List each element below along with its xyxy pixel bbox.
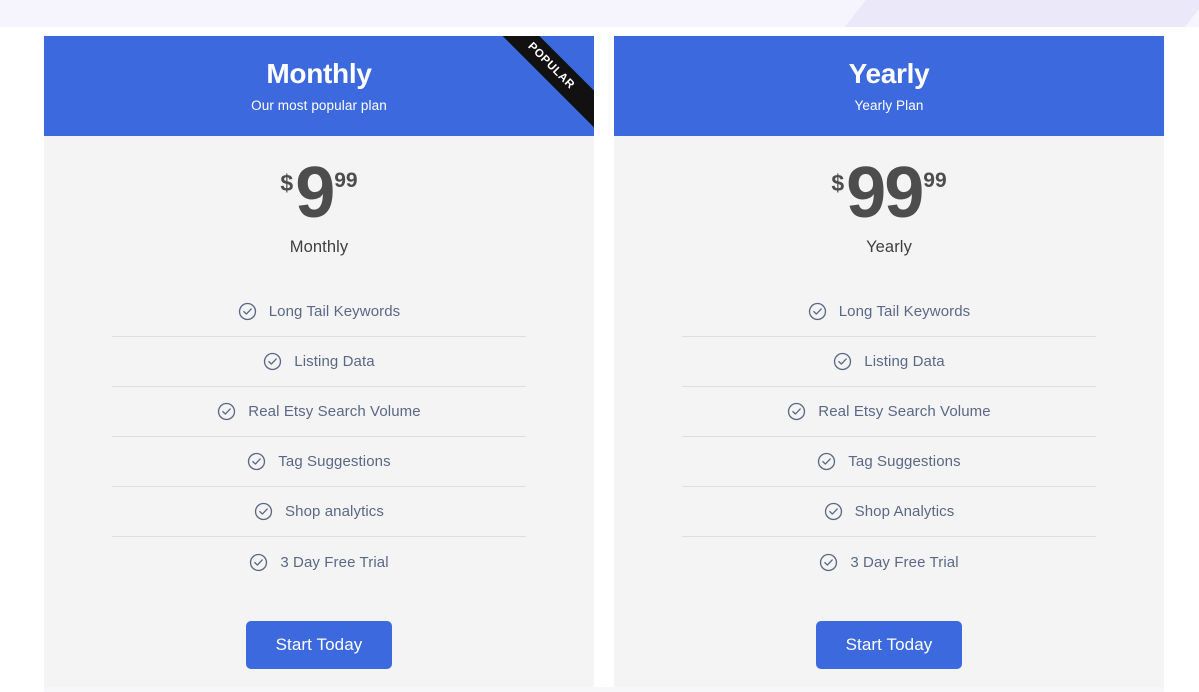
- feature-label: Listing Data: [294, 353, 375, 371]
- feature-label: Long Tail Keywords: [838, 303, 971, 321]
- feature-row: Long Tail Keywords: [682, 287, 1096, 338]
- card-header-monthly: Monthly Our most popular plan POPULAR: [44, 36, 594, 136]
- check-circle-icon: [263, 352, 282, 371]
- feature-list-yearly: Long Tail Keywords Listing Data Real Ets…: [614, 287, 1164, 587]
- pricing-card-monthly: Monthly Our most popular plan POPULAR $ …: [44, 36, 594, 692]
- feature-row: Real Etsy Search Volume: [682, 387, 1096, 438]
- price-amount: 99: [846, 153, 924, 233]
- price-period-label: Monthly: [289, 238, 349, 257]
- plan-title: Monthly: [266, 58, 372, 90]
- price-line: $ 9 99: [44, 153, 594, 233]
- check-circle-icon: [254, 502, 273, 521]
- check-circle-icon: [808, 302, 827, 321]
- feature-label: 3 Day Free Trial: [850, 553, 959, 571]
- price-amount: 9: [295, 153, 335, 233]
- feature-row: Tag Suggestions: [682, 437, 1096, 488]
- feature-row: Real Etsy Search Volume: [112, 387, 526, 438]
- price-currency-symbol: $: [831, 170, 845, 196]
- top-band-diagonal-shape: [840, 0, 1199, 27]
- price-period-label: Yearly: [866, 238, 912, 257]
- plan-subtitle: Our most popular plan: [251, 97, 387, 113]
- feature-row: Long Tail Keywords: [112, 287, 526, 338]
- pricing-cards-container: Monthly Our most popular plan POPULAR $ …: [44, 36, 1164, 692]
- check-circle-icon: [819, 553, 838, 572]
- cta-container-monthly: Start Today: [44, 587, 594, 692]
- check-circle-icon: [824, 502, 843, 521]
- check-circle-icon: [247, 452, 266, 471]
- feature-row: 3 Day Free Trial: [112, 537, 526, 587]
- feature-label: Tag Suggestions: [278, 453, 391, 471]
- start-today-button[interactable]: Start Today: [245, 621, 393, 670]
- start-today-button[interactable]: Start Today: [815, 621, 963, 670]
- price-block-yearly: $ 99 99 Yearly: [614, 136, 1164, 257]
- feature-row: Listing Data: [112, 337, 526, 388]
- popular-ribbon-band: POPULAR: [499, 36, 594, 129]
- bottom-strip: [44, 687, 1164, 692]
- feature-row: 3 Day Free Trial: [682, 537, 1096, 587]
- price-line: $ 99 99: [614, 153, 1164, 233]
- check-circle-icon: [238, 302, 257, 321]
- feature-row: Listing Data: [682, 337, 1096, 388]
- pricing-card-yearly: Yearly Yearly Plan $ 99 99 Yearly Long T…: [614, 36, 1164, 692]
- feature-row: Shop Analytics: [682, 487, 1096, 538]
- feature-label: Listing Data: [864, 353, 945, 371]
- popular-ribbon-label: POPULAR: [525, 40, 577, 92]
- cta-container-yearly: Start Today: [614, 587, 1164, 692]
- feature-row: Tag Suggestions: [112, 437, 526, 488]
- feature-label: Real Etsy Search Volume: [248, 403, 421, 421]
- feature-label: Real Etsy Search Volume: [818, 403, 991, 421]
- plan-title: Yearly: [848, 58, 930, 90]
- check-circle-icon: [249, 553, 268, 572]
- feature-list-monthly: Long Tail Keywords Listing Data Real Ets…: [44, 287, 594, 587]
- plan-subtitle: Yearly Plan: [854, 97, 924, 113]
- price-cents: 99: [923, 169, 947, 192]
- card-header-yearly: Yearly Yearly Plan: [614, 36, 1164, 136]
- check-circle-icon: [817, 452, 836, 471]
- price-currency-symbol: $: [280, 170, 294, 196]
- feature-label: Shop Analytics: [854, 503, 955, 521]
- feature-label: Tag Suggestions: [848, 453, 961, 471]
- price-block-monthly: $ 9 99 Monthly: [44, 136, 594, 257]
- price-cents: 99: [334, 169, 358, 192]
- feature-label: 3 Day Free Trial: [280, 553, 389, 571]
- check-circle-icon: [833, 352, 852, 371]
- feature-row: Shop analytics: [112, 487, 526, 538]
- check-circle-icon: [217, 402, 236, 421]
- check-circle-icon: [787, 402, 806, 421]
- pricing-page: Monthly Our most popular plan POPULAR $ …: [0, 0, 1199, 692]
- top-decorative-band: [0, 0, 1199, 27]
- feature-label: Shop analytics: [285, 503, 384, 521]
- feature-label: Long Tail Keywords: [268, 303, 401, 321]
- popular-ribbon: POPULAR: [499, 36, 594, 131]
